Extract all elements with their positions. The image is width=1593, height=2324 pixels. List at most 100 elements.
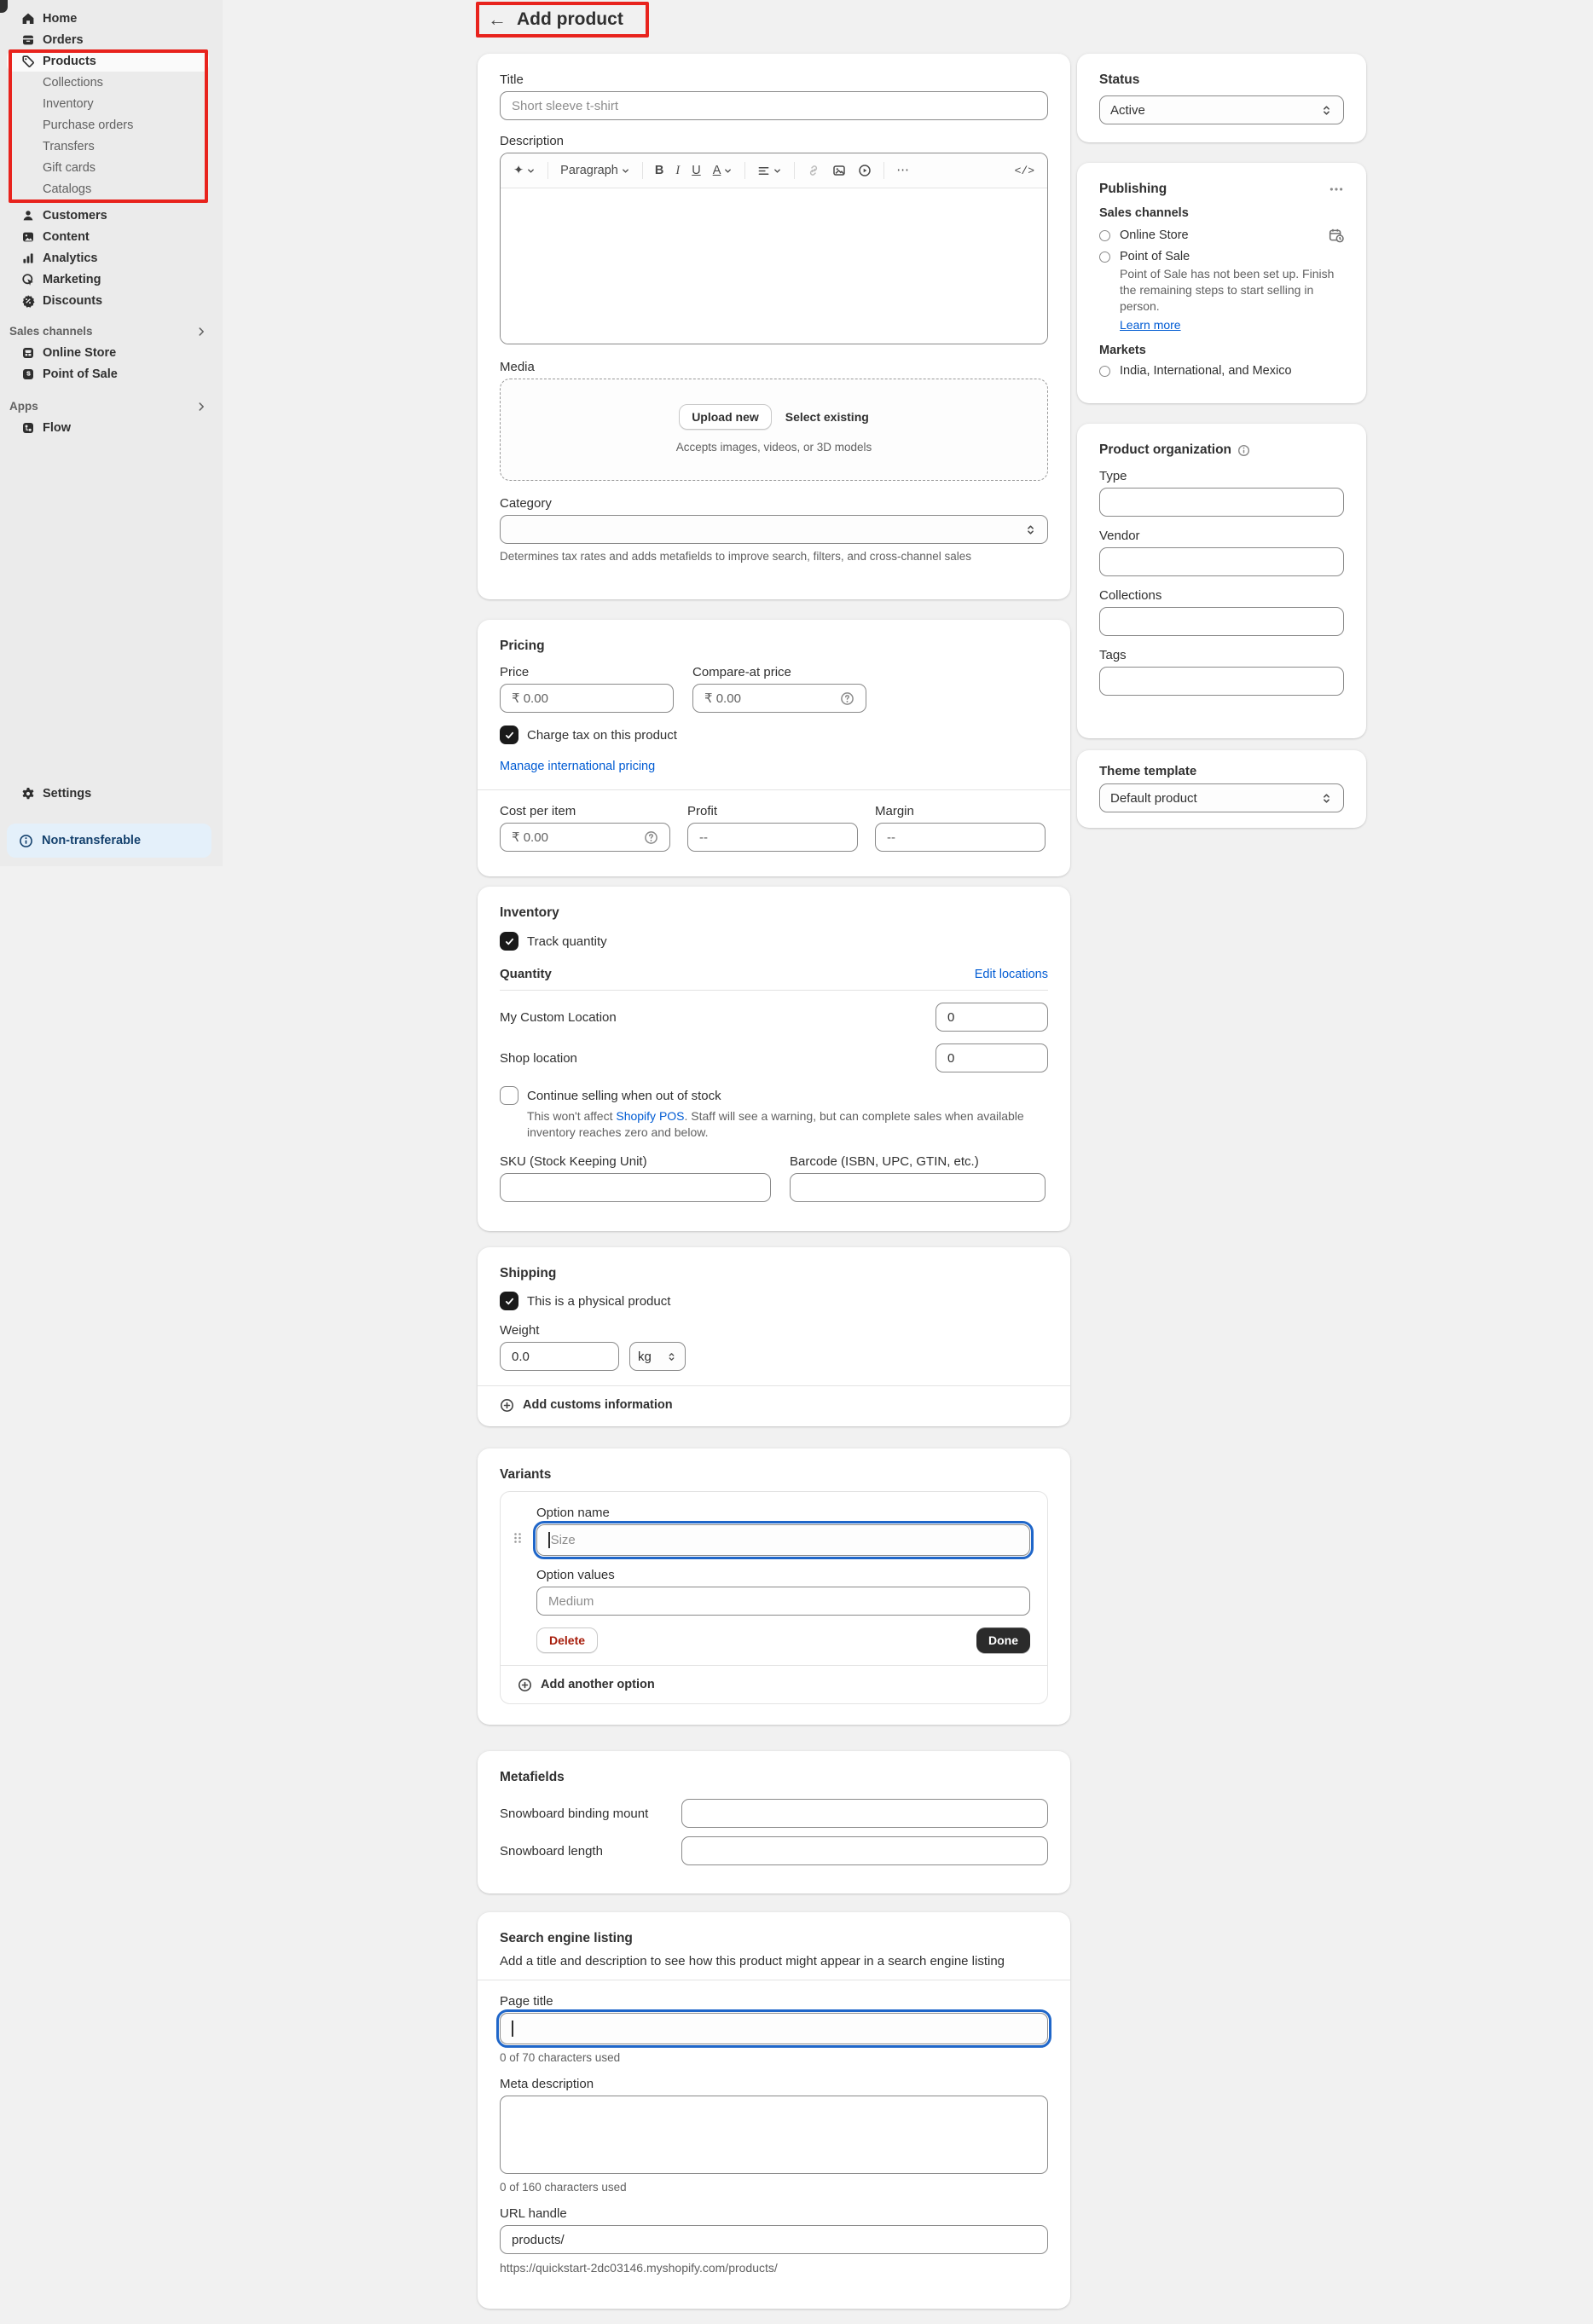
calendar-clock-icon[interactable] (1329, 228, 1344, 243)
category-select[interactable] (500, 515, 1048, 544)
sidebar-item-inventory[interactable]: Inventory (0, 93, 223, 114)
description-editor: ✦ Paragraph B I U A (500, 153, 1048, 344)
page-title-label: Page title (500, 1994, 1048, 2009)
drag-handle-icon[interactable] (511, 1531, 524, 1545)
media-dropzone[interactable]: Upload new Select existing Accepts image… (500, 379, 1048, 481)
title-input[interactable] (500, 91, 1048, 120)
sidebar-item-marketing[interactable]: Marketing (0, 269, 223, 290)
url-handle-input[interactable] (500, 2225, 1048, 2254)
code-view-button[interactable]: </> (1011, 159, 1039, 182)
underline-button[interactable]: U (687, 159, 704, 182)
sidebar-item-products[interactable]: Products (7, 50, 209, 72)
weight-unit-select[interactable]: kg (629, 1342, 686, 1371)
inventory-card: Inventory Track quantity Quantity Edit l… (478, 887, 1070, 1231)
sidebar-item-transfers[interactable]: Transfers (0, 136, 223, 157)
theme-template-select[interactable]: Default product (1099, 783, 1344, 812)
sidebar-item-orders[interactable]: Orders (0, 29, 223, 50)
content-icon (21, 230, 35, 244)
margin-field: -- (875, 823, 1046, 852)
physical-product-checkbox-row[interactable]: This is a physical product (500, 1292, 1048, 1310)
link-icon (807, 164, 820, 177)
add-another-option-button[interactable]: Add another option (501, 1666, 1047, 1703)
sidebar-item-analytics[interactable]: Analytics (0, 247, 223, 269)
alignment-button[interactable] (753, 159, 786, 182)
seo-heading: Search engine listing (500, 1931, 1048, 1946)
continue-selling-checkbox-row[interactable]: Continue selling when out of stock (500, 1086, 1048, 1105)
checkbox-unchecked[interactable] (500, 1086, 518, 1105)
metafield-input-snowboard-length[interactable] (681, 1836, 1048, 1865)
bold-button[interactable]: B (651, 159, 668, 182)
collections-input[interactable] (1099, 607, 1344, 636)
track-quantity-checkbox-row[interactable]: Track quantity (500, 932, 1048, 951)
quantity-input-custom-location[interactable] (936, 1003, 1048, 1032)
cost-per-item-input[interactable]: ₹ 0.00 (500, 823, 670, 852)
add-customs-information-button[interactable]: Add customs information (500, 1386, 1048, 1424)
tags-input[interactable] (1099, 667, 1344, 696)
sidebar-item-collections[interactable]: Collections (0, 72, 223, 93)
sidebar-item-purchase-orders[interactable]: Purchase orders (0, 114, 223, 136)
type-input[interactable] (1099, 488, 1344, 517)
markets-row: India, International, and Mexico (1099, 364, 1344, 378)
sidebar-item-point-of-sale[interactable]: Point of Sale (0, 363, 223, 384)
vendor-input[interactable] (1099, 547, 1344, 576)
help-icon[interactable] (840, 691, 854, 706)
charge-tax-checkbox-row[interactable]: Charge tax on this product (500, 726, 1048, 744)
sidebar-item-gift-cards[interactable]: Gift cards (0, 157, 223, 178)
editor-toolbar: ✦ Paragraph B I U A (501, 153, 1047, 188)
price-input[interactable]: ₹ 0.00 (500, 684, 674, 713)
checkbox-checked[interactable] (500, 1292, 518, 1310)
done-button[interactable]: Done (976, 1627, 1030, 1653)
back-button[interactable]: ← (488, 10, 507, 29)
analytics-icon (21, 251, 35, 265)
checkbox-checked[interactable] (500, 932, 518, 951)
italic-button[interactable]: I (671, 159, 684, 182)
option-value-input[interactable]: Medium (536, 1587, 1030, 1616)
more-actions-button[interactable] (1329, 182, 1344, 197)
description-textarea[interactable] (501, 188, 1047, 344)
select-existing-button[interactable]: Select existing (785, 410, 869, 424)
sidebar-item-flow[interactable]: Flow (0, 417, 223, 438)
metafields-card: Metafields Snowboard binding mount Snowb… (478, 1751, 1070, 1893)
ai-sparkle-button[interactable]: ✦ (509, 159, 540, 182)
sidebar-item-discounts[interactable]: Discounts (0, 290, 223, 311)
checkbox-checked[interactable] (500, 726, 518, 744)
quantity-input-shop-location[interactable] (936, 1043, 1048, 1072)
seo-subtitle: Add a title and description to see how t… (500, 1954, 1048, 1968)
upload-new-button[interactable]: Upload new (679, 404, 772, 430)
edit-locations-link[interactable]: Edit locations (975, 968, 1048, 981)
flow-icon (21, 421, 35, 435)
sidebar-item-settings[interactable]: Settings (0, 783, 223, 804)
sidebar-item-customers[interactable]: Customers (0, 205, 223, 226)
weight-input[interactable] (500, 1342, 619, 1371)
info-icon[interactable] (1237, 444, 1250, 457)
page-title-input[interactable] (500, 2013, 1048, 2044)
sidebar-item-content[interactable]: Content (0, 226, 223, 247)
plus-circle-icon (500, 1398, 514, 1413)
text-color-button[interactable]: A (709, 159, 738, 182)
shopify-pos-link[interactable]: Shopify POS (616, 1109, 684, 1123)
chevron-down-icon (526, 166, 536, 176)
sidebar-item-catalogs[interactable]: Catalogs (0, 178, 223, 199)
status-select[interactable]: Active (1099, 95, 1344, 124)
metafield-input-binding-mount[interactable] (681, 1799, 1048, 1828)
manage-international-pricing-link[interactable]: Manage international pricing (500, 760, 655, 773)
paragraph-style-dropdown[interactable]: Paragraph (556, 159, 634, 182)
help-icon[interactable] (644, 830, 658, 845)
insert-video-button[interactable] (854, 159, 876, 182)
meta-description-textarea[interactable] (500, 2096, 1048, 2174)
learn-more-link[interactable]: Learn more (1120, 318, 1181, 332)
sidebar-item-online-store[interactable]: Online Store (0, 342, 223, 363)
sidebar-section-apps[interactable]: Apps (0, 396, 223, 417)
insert-image-button[interactable] (828, 159, 850, 182)
sidebar-section-sales-channels[interactable]: Sales channels (0, 321, 223, 342)
delete-option-button[interactable]: Delete (536, 1627, 598, 1653)
compare-at-price-input[interactable]: ₹ 0.00 (692, 684, 866, 713)
barcode-input[interactable] (790, 1173, 1046, 1202)
plan-badge[interactable]: Non-transferable (7, 824, 211, 858)
sku-input[interactable] (500, 1173, 771, 1202)
link-button[interactable] (802, 159, 825, 182)
sidebar-item-home[interactable]: Home (0, 8, 223, 29)
more-formatting-button[interactable]: ⋯ (892, 159, 913, 182)
margin-label: Margin (875, 804, 1046, 818)
option-name-input[interactable]: Size (536, 1524, 1030, 1556)
